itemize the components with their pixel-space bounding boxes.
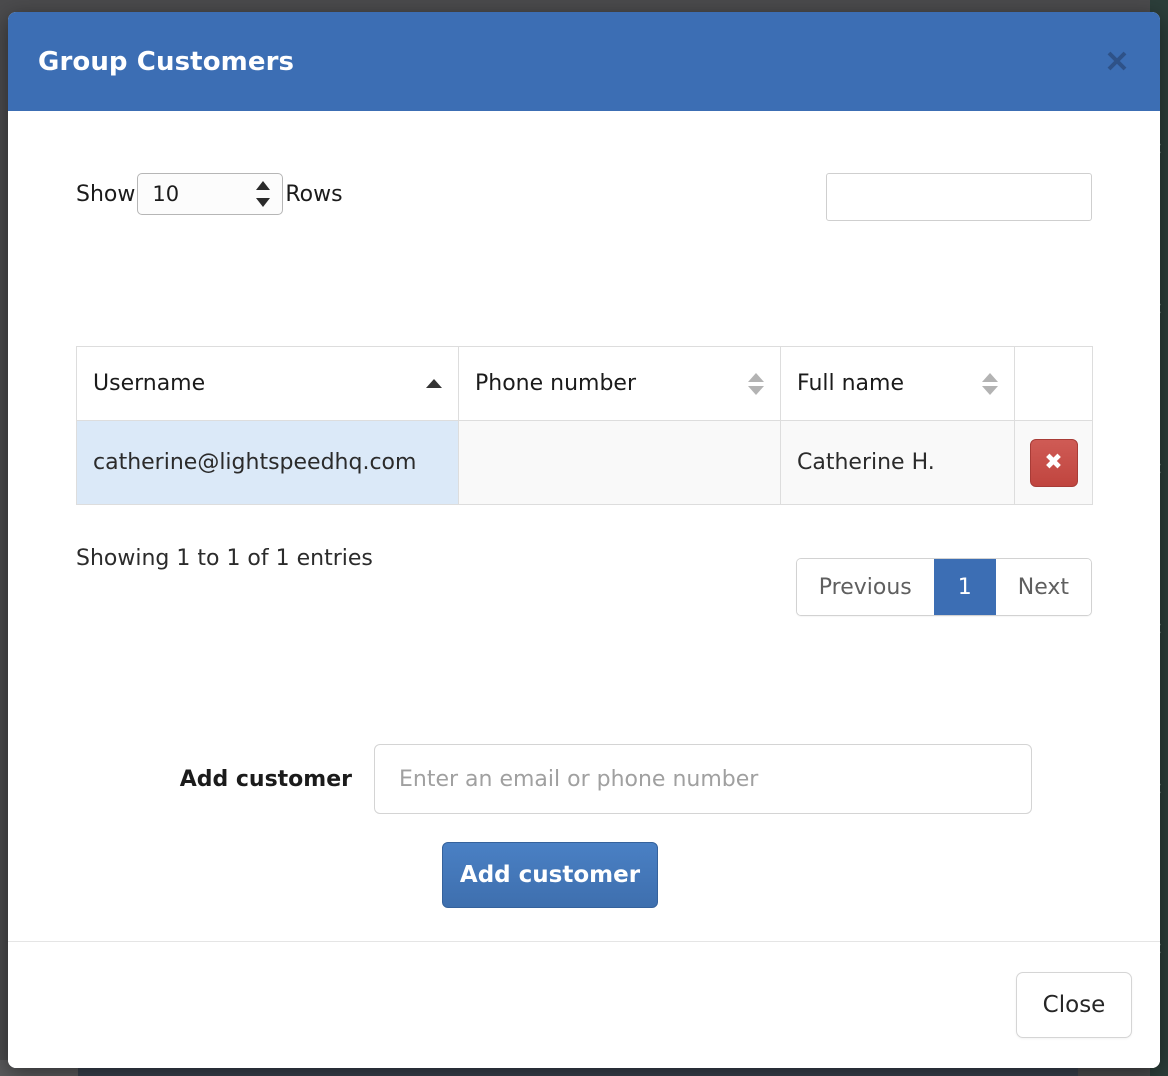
close-icon[interactable]	[1102, 46, 1132, 76]
cell-username: catherine@lightspeedhq.com	[76, 420, 459, 505]
column-header-full-name[interactable]: Full name	[780, 346, 1015, 421]
column-header-username-label: Username	[93, 371, 206, 396]
sort-none-icon	[748, 371, 764, 397]
column-header-phone-number-label: Phone number	[475, 371, 637, 396]
sort-none-icon	[982, 371, 998, 397]
delete-customer-button[interactable]: ✖	[1029, 438, 1078, 487]
column-header-phone-number[interactable]: Phone number	[458, 346, 781, 421]
customers-table: Username Phone number Full name catherin…	[76, 346, 1093, 505]
modal-footer: Close	[8, 941, 1160, 1068]
cell-full-name: Catherine H.	[780, 420, 1015, 505]
show-label: Show	[76, 181, 136, 207]
table-controls: Show 10 Rows	[8, 173, 1160, 233]
add-customer-button[interactable]: Add customer	[442, 842, 658, 908]
cell-actions: ✖	[1014, 420, 1093, 505]
page-title: Group Customers	[38, 46, 295, 77]
modal-body: Show 10 Rows Username Phone number Full …	[8, 111, 1160, 941]
pagination-next-button[interactable]: Next	[995, 559, 1091, 615]
column-header-username[interactable]: Username	[76, 346, 459, 421]
add-customer-input[interactable]	[374, 744, 1032, 814]
add-customer-label: Add customer	[179, 766, 352, 792]
table-row: catherine@lightspeedhq.com Catherine H. …	[76, 420, 1093, 505]
add-customer-row: Add customer	[8, 744, 1160, 814]
table-header-row: Username Phone number Full name	[76, 346, 1093, 421]
spinner-arrows-icon	[256, 181, 271, 207]
close-button[interactable]: Close	[1016, 972, 1132, 1038]
pagination-page-1-button[interactable]: 1	[933, 559, 996, 615]
pagination-previous-button[interactable]: Previous	[796, 559, 934, 615]
page-length-select[interactable]: 10	[137, 173, 284, 215]
pagination: Previous 1 Next	[795, 558, 1092, 616]
cell-phone-number	[458, 420, 781, 505]
search-input[interactable]	[826, 173, 1092, 221]
page-length-group: Show 10 Rows	[76, 173, 343, 215]
column-header-full-name-label: Full name	[797, 371, 905, 396]
rows-label: Rows	[285, 181, 343, 207]
page-length-value: 10	[152, 182, 180, 206]
modal-header: Group Customers	[8, 12, 1160, 111]
table-info: Showing 1 to 1 of 1 entries	[76, 546, 373, 571]
column-header-actions	[1014, 346, 1093, 421]
sort-ascending-icon	[426, 371, 442, 397]
group-customers-modal: Group Customers Show 10 Rows Username Ph…	[8, 12, 1160, 1068]
